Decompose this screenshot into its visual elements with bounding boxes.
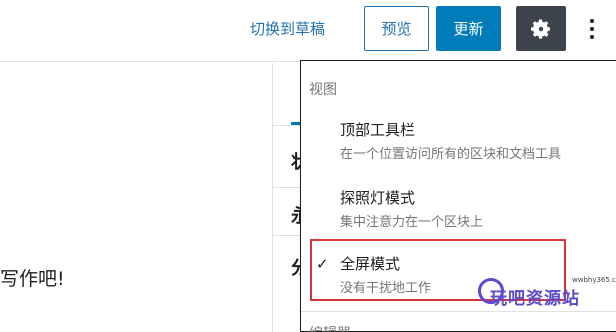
- settings-button[interactable]: [516, 6, 566, 51]
- menu-group-title-editor: 编辑器: [309, 323, 351, 332]
- menu-item-top-toolbar[interactable]: 顶部工具栏 在一个位置访问所有的区块和文档工具: [302, 113, 616, 167]
- preview-button[interactable]: 预览: [364, 6, 429, 51]
- more-options-button[interactable]: [580, 10, 604, 48]
- update-button-label: 更新: [453, 20, 484, 38]
- more-vertical-icon: [590, 19, 594, 23]
- preview-button-label: 预览: [381, 20, 412, 38]
- update-button[interactable]: 更新: [436, 6, 501, 51]
- canvas-text-fragment: 写作吧!: [0, 268, 65, 290]
- menu-item-spotlight-mode[interactable]: 探照灯模式 集中注意力在一个区块上: [302, 181, 616, 235]
- menu-item-description: 集中注意力在一个区块上: [340, 215, 484, 230]
- watermark-text: 玩吧资源站: [490, 289, 580, 309]
- editor-header: 切换到草稿 预览 更新: [0, 0, 616, 62]
- menu-group-title-view: 视图: [309, 82, 337, 98]
- watermark-url: wwbhy365.com: [572, 276, 616, 284]
- editor-canvas[interactable]: [0, 63, 272, 332]
- menu-item-label: 顶部工具栏: [340, 121, 416, 139]
- gear-icon: [531, 19, 550, 39]
- menu-divider: [301, 311, 616, 312]
- switch-to-draft-link[interactable]: 切换到草稿: [250, 19, 325, 39]
- menu-item-description: 在一个位置访问所有的区块和文档工具: [340, 147, 562, 162]
- menu-item-label: 探照灯模式: [340, 189, 416, 207]
